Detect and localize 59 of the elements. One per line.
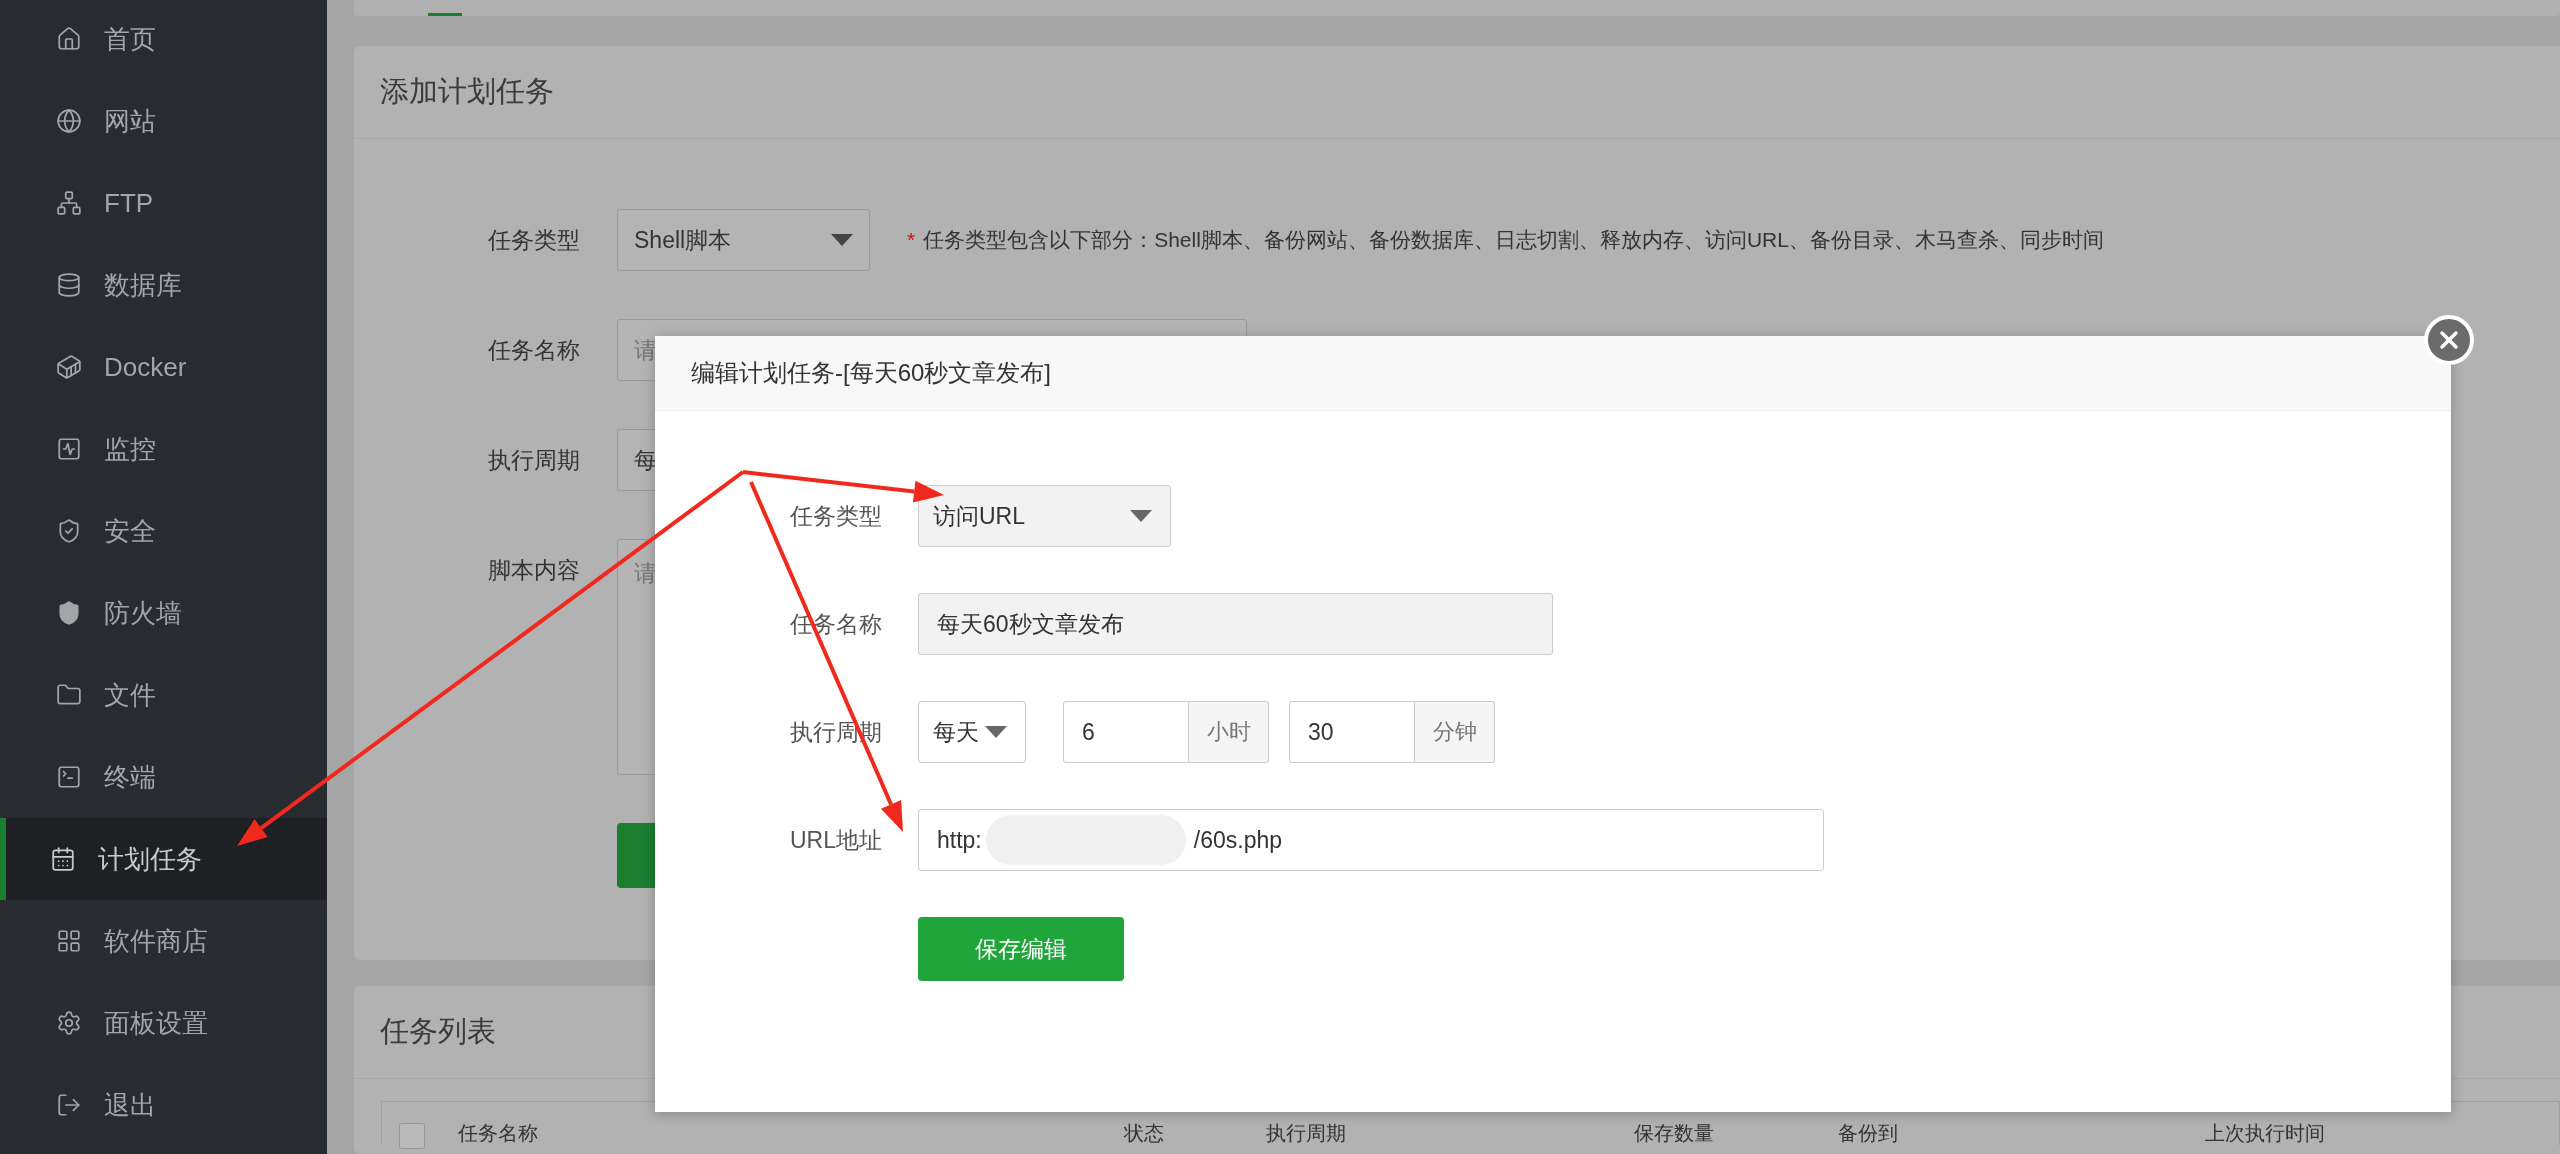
sidebar-item[interactable]: 面板设置 bbox=[0, 982, 327, 1064]
url-field[interactable]: http: /60s.php bbox=[918, 809, 1824, 871]
sidebar-item[interactable]: 数据库 bbox=[0, 244, 327, 326]
caret-icon bbox=[831, 234, 853, 246]
sidebar-item[interactable]: Docker bbox=[0, 326, 327, 408]
shield-check-icon bbox=[56, 518, 82, 544]
sidebar-item[interactable]: 安全 bbox=[0, 490, 327, 572]
caret-icon bbox=[985, 726, 1007, 738]
unit-label: 分钟 bbox=[1415, 701, 1495, 763]
sidebar-item[interactable]: 文件 bbox=[0, 654, 327, 736]
logout-icon bbox=[56, 1092, 82, 1118]
select-field[interactable]: Shell脚本 bbox=[617, 209, 870, 271]
minute-field[interactable]: 30 bbox=[1289, 701, 1415, 763]
container-icon bbox=[56, 354, 82, 380]
field-label: 任务类型 bbox=[789, 501, 882, 531]
folder-icon bbox=[56, 682, 82, 708]
chart-icon bbox=[56, 436, 82, 462]
column-header: 任务名称 bbox=[458, 1121, 538, 1145]
column-header: 上次执行时间 bbox=[2205, 1121, 2325, 1145]
field-label: 执行周期 bbox=[487, 446, 580, 475]
sidebar-item[interactable]: 网站 bbox=[0, 80, 327, 162]
unit-label: 小时 bbox=[1189, 701, 1269, 763]
field-label: URL地址 bbox=[789, 825, 882, 855]
shield-icon bbox=[56, 600, 82, 626]
globe-icon bbox=[56, 108, 82, 134]
column-header: 状态 bbox=[1124, 1121, 1164, 1145]
network-icon bbox=[56, 190, 82, 216]
calendar-icon bbox=[50, 846, 76, 872]
sidebar-item[interactable]: 终端 bbox=[0, 736, 327, 818]
hint-text: * 任务类型包含以下部分：Shell脚本、备份网站、备份数据库、日志切割、释放内存、访问URL、备份目录、木马查杀、同步时间 bbox=[907, 227, 2104, 253]
period-select[interactable]: 每天 bbox=[918, 701, 1026, 763]
sidebar-item[interactable]: 防火墙 bbox=[0, 572, 327, 654]
settings-icon bbox=[56, 1010, 82, 1036]
sidebar-item[interactable]: FTP bbox=[0, 162, 327, 244]
sidebar-item[interactable]: 退出 bbox=[0, 1064, 327, 1146]
home-icon bbox=[56, 26, 82, 52]
column-header: 保存数量 bbox=[1634, 1121, 1714, 1145]
column-header: 执行周期 bbox=[1266, 1121, 1346, 1145]
dialog-title: 编辑计划任务-[每天60秒文章发布] bbox=[691, 358, 1052, 388]
card-title: 任务列表 bbox=[380, 1014, 496, 1049]
field-label: 任务类型 bbox=[487, 226, 580, 255]
save-button[interactable]: 保存编辑 bbox=[918, 917, 1124, 981]
caret-icon bbox=[1130, 510, 1152, 522]
grid-icon bbox=[56, 928, 82, 954]
hour-field[interactable]: 6 bbox=[1063, 701, 1189, 763]
sidebar-item[interactable]: 监控 bbox=[0, 408, 327, 490]
task-name-field[interactable]: 每天60秒文章发布 bbox=[918, 593, 1553, 655]
card-title: 添加计划任务 bbox=[380, 74, 554, 109]
tab-underline bbox=[428, 13, 462, 16]
sidebar-item[interactable]: 首页 bbox=[0, 0, 327, 80]
field-label: 任务名称 bbox=[487, 336, 580, 365]
terminal-icon bbox=[56, 764, 82, 790]
column-header: 备份到 bbox=[1838, 1121, 1898, 1145]
field-label: 脚本内容 bbox=[487, 556, 580, 585]
sidebar-item[interactable]: 计划任务 bbox=[0, 818, 327, 900]
sidebar-item[interactable]: 软件商店 bbox=[0, 900, 327, 982]
database-icon bbox=[56, 272, 82, 298]
task-type-select[interactable]: 访问URL bbox=[918, 485, 1171, 547]
checkbox[interactable] bbox=[399, 1123, 425, 1149]
